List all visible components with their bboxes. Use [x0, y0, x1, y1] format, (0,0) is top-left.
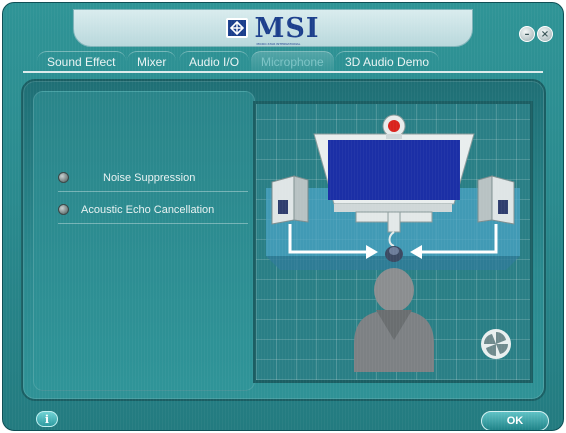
noise-suppression-radio[interactable] — [58, 172, 69, 183]
tab-audio-io[interactable]: Audio I/O — [179, 51, 250, 71]
tab-microphone[interactable]: Microphone — [251, 51, 334, 71]
echo-cancellation-option[interactable]: Acoustic Echo Cancellation — [58, 196, 248, 224]
options-panel: Noise Suppression Acoustic Echo Cancella… — [33, 91, 255, 391]
close-icon: × — [540, 28, 550, 40]
tab-underline — [23, 71, 543, 73]
msi-audio-window: MSI MICRO-STAR INTERNATIONAL – × Sound E… — [2, 2, 564, 431]
right-speaker-icon — [477, 175, 515, 225]
logo-subtext: MICRO-STAR INTERNATIONAL — [256, 41, 301, 46]
tab-sound-effect[interactable]: Sound Effect — [37, 51, 126, 71]
echo-cancellation-label: Acoustic Echo Cancellation — [81, 203, 215, 216]
info-button[interactable]: i — [36, 411, 58, 427]
ok-button[interactable]: OK — [481, 411, 549, 430]
minimize-button[interactable]: – — [519, 26, 535, 42]
minimize-icon: – — [524, 28, 530, 40]
tab-3d-audio-demo[interactable]: 3D Audio Demo — [335, 51, 440, 71]
logo-text: MSI — [254, 12, 320, 44]
left-speaker-icon — [271, 175, 309, 225]
echo-cancellation-radio[interactable] — [58, 204, 69, 215]
fan-icon — [481, 329, 511, 359]
noise-suppression-option[interactable]: Noise Suppression — [58, 164, 248, 192]
tab-bar: Sound Effect Mixer Audio I/O Microphone … — [23, 49, 543, 73]
msi-logo: MSI MICRO-STAR INTERNATIONAL — [226, 12, 320, 46]
footer-bar: i OK — [3, 405, 563, 430]
noise-suppression-label: Noise Suppression — [103, 171, 196, 184]
msi-emblem-icon — [226, 18, 249, 38]
info-icon: i — [44, 412, 50, 426]
person-icon — [354, 268, 434, 372]
demo-scene — [266, 114, 520, 372]
close-button[interactable]: × — [537, 26, 553, 42]
microphone-demo-illustration — [253, 101, 533, 383]
tab-mixer[interactable]: Mixer — [127, 51, 177, 71]
microphone-panel: Noise Suppression Acoustic Echo Cancella… — [21, 79, 546, 401]
webcam-icon — [382, 114, 406, 139]
header-logo-strip: MSI MICRO-STAR INTERNATIONAL — [73, 9, 473, 47]
